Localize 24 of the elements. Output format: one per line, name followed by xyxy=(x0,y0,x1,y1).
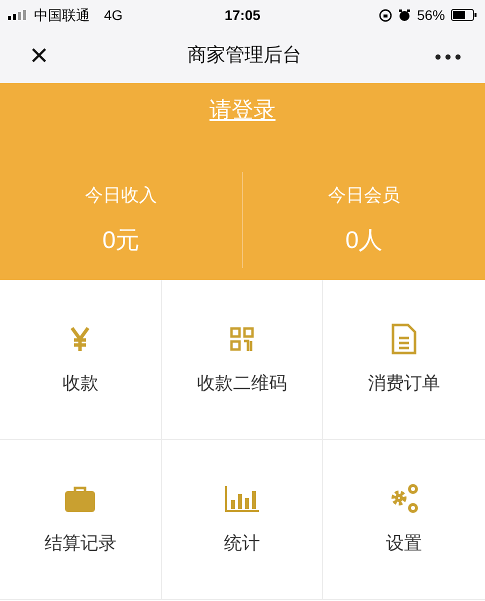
carrier-name: 中国联通 xyxy=(34,6,90,24)
yen-icon xyxy=(70,326,90,352)
document-icon xyxy=(391,323,418,355)
stat-label: 今日会员 xyxy=(328,184,400,206)
menu-tile[interactable]: 结算记录 xyxy=(0,440,162,600)
signal-icon xyxy=(8,10,28,20)
bar-chart-icon xyxy=(224,486,259,512)
alarm-icon xyxy=(398,8,411,22)
battery-percent: 56% xyxy=(416,6,445,24)
page-title: 商家管理后台 xyxy=(188,44,302,68)
stat-value: 0元 xyxy=(102,226,140,256)
stat-label: 今日收入 xyxy=(85,184,157,206)
rotation-lock-icon xyxy=(378,8,392,22)
network-type: 4G xyxy=(104,6,123,24)
menu-tile[interactable]: 统计 xyxy=(162,440,324,600)
briefcase-icon xyxy=(65,486,96,512)
menu-tile[interactable]: 收款二维码 xyxy=(162,280,324,440)
more-icon[interactable] xyxy=(435,54,461,60)
clock-time: 17:05 xyxy=(224,6,260,24)
stat-value: 0人 xyxy=(345,226,383,256)
qr-code-icon xyxy=(230,327,254,351)
battery-icon xyxy=(451,9,477,21)
menu-tile[interactable]: 收款 xyxy=(0,280,162,440)
close-button[interactable]: ✕ xyxy=(24,44,54,68)
